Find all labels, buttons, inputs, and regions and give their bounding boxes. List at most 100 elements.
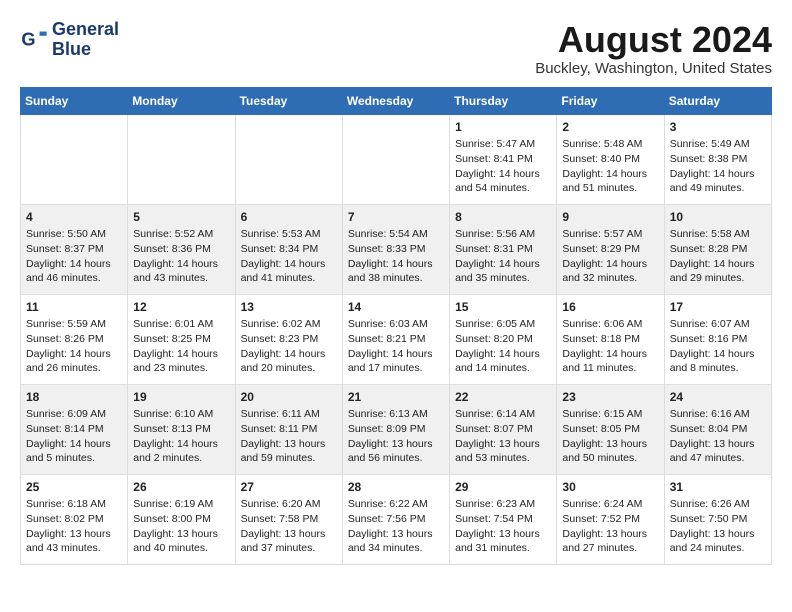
day-info: Sunset: 8:04 PM bbox=[670, 422, 766, 437]
logo-line2: Blue bbox=[52, 40, 119, 60]
day-number: 6 bbox=[241, 209, 337, 226]
day-info: Daylight: 14 hours bbox=[26, 437, 122, 452]
day-number: 3 bbox=[670, 119, 766, 136]
day-info: Daylight: 14 hours bbox=[133, 437, 229, 452]
day-info: Sunset: 8:16 PM bbox=[670, 332, 766, 347]
day-info: Sunset: 8:33 PM bbox=[348, 242, 444, 257]
empty-cell bbox=[342, 114, 449, 204]
day-cell-19: 19Sunrise: 6:10 AMSunset: 8:13 PMDayligh… bbox=[128, 384, 235, 474]
header-tuesday: Tuesday bbox=[235, 87, 342, 114]
day-number: 2 bbox=[562, 119, 658, 136]
day-info: Sunset: 8:41 PM bbox=[455, 152, 551, 167]
day-info: Sunrise: 5:47 AM bbox=[455, 137, 551, 152]
day-info: and 8 minutes. bbox=[670, 361, 766, 376]
day-cell-12: 12Sunrise: 6:01 AMSunset: 8:25 PMDayligh… bbox=[128, 294, 235, 384]
day-number: 18 bbox=[26, 389, 122, 406]
day-info: Sunset: 8:11 PM bbox=[241, 422, 337, 437]
day-info: and 14 minutes. bbox=[455, 361, 551, 376]
day-info: Sunset: 7:56 PM bbox=[348, 512, 444, 527]
day-cell-27: 27Sunrise: 6:20 AMSunset: 7:58 PMDayligh… bbox=[235, 474, 342, 564]
logo: G General Blue bbox=[20, 20, 119, 60]
day-info: and 47 minutes. bbox=[670, 451, 766, 466]
day-info: and 32 minutes. bbox=[562, 271, 658, 286]
day-cell-23: 23Sunrise: 6:15 AMSunset: 8:05 PMDayligh… bbox=[557, 384, 664, 474]
day-info: Sunrise: 5:58 AM bbox=[670, 227, 766, 242]
day-info: and 20 minutes. bbox=[241, 361, 337, 376]
day-info: and 29 minutes. bbox=[670, 271, 766, 286]
day-cell-22: 22Sunrise: 6:14 AMSunset: 8:07 PMDayligh… bbox=[450, 384, 557, 474]
calendar-header-row: SundayMondayTuesdayWednesdayThursdayFrid… bbox=[21, 87, 772, 114]
day-info: Daylight: 13 hours bbox=[348, 527, 444, 542]
subtitle: Buckley, Washington, United States bbox=[535, 60, 772, 77]
day-info: Sunset: 8:34 PM bbox=[241, 242, 337, 257]
day-info: Daylight: 13 hours bbox=[455, 437, 551, 452]
day-info: Daylight: 14 hours bbox=[670, 167, 766, 182]
day-number: 27 bbox=[241, 479, 337, 496]
day-info: Sunset: 8:26 PM bbox=[26, 332, 122, 347]
day-info: Sunrise: 6:07 AM bbox=[670, 317, 766, 332]
day-info: Sunset: 8:02 PM bbox=[26, 512, 122, 527]
day-info: Daylight: 14 hours bbox=[455, 347, 551, 362]
day-number: 26 bbox=[133, 479, 229, 496]
svg-text:G: G bbox=[21, 29, 35, 49]
day-number: 9 bbox=[562, 209, 658, 226]
day-info: Sunrise: 6:22 AM bbox=[348, 497, 444, 512]
day-cell-5: 5Sunrise: 5:52 AMSunset: 8:36 PMDaylight… bbox=[128, 204, 235, 294]
day-cell-17: 17Sunrise: 6:07 AMSunset: 8:16 PMDayligh… bbox=[664, 294, 771, 384]
day-info: Sunrise: 6:09 AM bbox=[26, 407, 122, 422]
day-cell-3: 3Sunrise: 5:49 AMSunset: 8:38 PMDaylight… bbox=[664, 114, 771, 204]
day-cell-29: 29Sunrise: 6:23 AMSunset: 7:54 PMDayligh… bbox=[450, 474, 557, 564]
day-info: and 37 minutes. bbox=[241, 541, 337, 556]
day-number: 7 bbox=[348, 209, 444, 226]
day-info: Sunset: 8:23 PM bbox=[241, 332, 337, 347]
day-number: 30 bbox=[562, 479, 658, 496]
day-info: Daylight: 14 hours bbox=[455, 257, 551, 272]
day-cell-31: 31Sunrise: 6:26 AMSunset: 7:50 PMDayligh… bbox=[664, 474, 771, 564]
day-info: Daylight: 14 hours bbox=[562, 257, 658, 272]
day-info: Daylight: 14 hours bbox=[133, 347, 229, 362]
day-number: 4 bbox=[26, 209, 122, 226]
day-info: Sunset: 8:40 PM bbox=[562, 152, 658, 167]
day-info: Sunset: 8:13 PM bbox=[133, 422, 229, 437]
day-info: Sunrise: 5:49 AM bbox=[670, 137, 766, 152]
day-info: and 34 minutes. bbox=[348, 541, 444, 556]
day-number: 17 bbox=[670, 299, 766, 316]
day-info: and 38 minutes. bbox=[348, 271, 444, 286]
day-info: Sunset: 8:09 PM bbox=[348, 422, 444, 437]
day-number: 20 bbox=[241, 389, 337, 406]
day-info: Daylight: 14 hours bbox=[562, 347, 658, 362]
day-info: Daylight: 13 hours bbox=[241, 527, 337, 542]
day-cell-28: 28Sunrise: 6:22 AMSunset: 7:56 PMDayligh… bbox=[342, 474, 449, 564]
day-info: Sunrise: 5:52 AM bbox=[133, 227, 229, 242]
day-number: 10 bbox=[670, 209, 766, 226]
day-info: Sunset: 8:14 PM bbox=[26, 422, 122, 437]
day-info: Daylight: 14 hours bbox=[348, 347, 444, 362]
day-info: Daylight: 13 hours bbox=[562, 437, 658, 452]
day-number: 16 bbox=[562, 299, 658, 316]
day-info: Sunset: 8:25 PM bbox=[133, 332, 229, 347]
day-cell-10: 10Sunrise: 5:58 AMSunset: 8:28 PMDayligh… bbox=[664, 204, 771, 294]
day-cell-7: 7Sunrise: 5:54 AMSunset: 8:33 PMDaylight… bbox=[342, 204, 449, 294]
week-row-5: 25Sunrise: 6:18 AMSunset: 8:02 PMDayligh… bbox=[21, 474, 772, 564]
day-cell-20: 20Sunrise: 6:11 AMSunset: 8:11 PMDayligh… bbox=[235, 384, 342, 474]
day-cell-26: 26Sunrise: 6:19 AMSunset: 8:00 PMDayligh… bbox=[128, 474, 235, 564]
day-number: 24 bbox=[670, 389, 766, 406]
day-info: Sunset: 8:29 PM bbox=[562, 242, 658, 257]
day-info: Sunset: 8:38 PM bbox=[670, 152, 766, 167]
day-info: Sunset: 8:07 PM bbox=[455, 422, 551, 437]
day-info: Sunrise: 5:57 AM bbox=[562, 227, 658, 242]
day-info: and 43 minutes. bbox=[133, 271, 229, 286]
day-info: Sunrise: 6:24 AM bbox=[562, 497, 658, 512]
day-number: 13 bbox=[241, 299, 337, 316]
day-info: and 56 minutes. bbox=[348, 451, 444, 466]
day-info: Sunset: 8:05 PM bbox=[562, 422, 658, 437]
day-info: Sunrise: 5:50 AM bbox=[26, 227, 122, 242]
day-info: Daylight: 14 hours bbox=[241, 257, 337, 272]
day-number: 31 bbox=[670, 479, 766, 496]
day-info: Daylight: 14 hours bbox=[26, 347, 122, 362]
day-number: 28 bbox=[348, 479, 444, 496]
day-cell-9: 9Sunrise: 5:57 AMSunset: 8:29 PMDaylight… bbox=[557, 204, 664, 294]
day-info: Sunrise: 6:19 AM bbox=[133, 497, 229, 512]
day-info: Sunrise: 6:06 AM bbox=[562, 317, 658, 332]
day-info: and 11 minutes. bbox=[562, 361, 658, 376]
